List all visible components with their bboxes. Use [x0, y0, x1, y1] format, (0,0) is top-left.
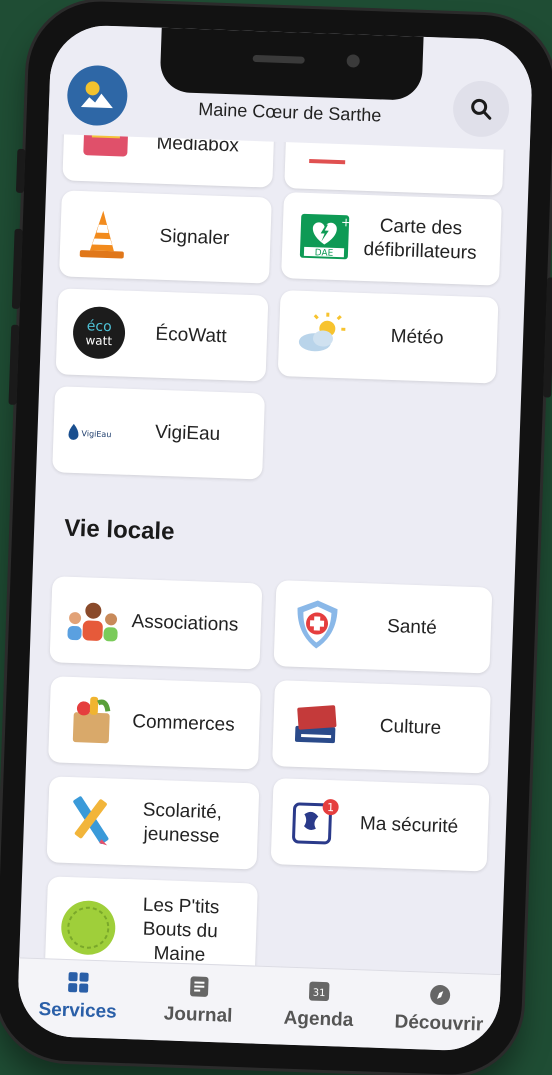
card-label: Santé: [386, 615, 438, 639]
speaker: [252, 54, 305, 64]
ptits-bouts-logo-icon: [57, 897, 119, 959]
compass-icon: [429, 985, 450, 1006]
power-button: [543, 277, 552, 398]
bottom-tab-bar: Services Journal 31 Agenda Découvrir: [16, 957, 501, 1053]
card-defibrillateurs[interactable]: + DAE Carte des défibrillateurs: [281, 192, 502, 286]
card-vigieau[interactable]: VigiEau VigiEau: [52, 386, 266, 480]
card-scolarite[interactable]: Scolarité, jeunesse: [46, 776, 260, 870]
dae-label: DAE: [314, 248, 333, 259]
front-camera: [346, 54, 360, 68]
tab-decouvrir[interactable]: Découvrir: [378, 971, 501, 1052]
ecowatt-logo-icon: éco watt: [68, 302, 130, 364]
card-label: Scolarité, jeunesse: [142, 799, 223, 848]
tab-label: Découvrir: [394, 1011, 484, 1036]
card-label: Carte des défibrillateurs: [363, 215, 477, 264]
books-icon: [284, 693, 346, 755]
card-label: Associations: [131, 611, 239, 636]
card-label: Commerces: [131, 711, 236, 736]
health-shield-icon: [286, 593, 348, 655]
ecowatt-line2: watt: [85, 333, 112, 348]
vigieau-mini-label: VigiEau: [81, 429, 111, 439]
defibrillator-dae-icon: + DAE: [294, 206, 356, 268]
calendar-day: 31: [313, 988, 326, 999]
grid-icon: [68, 972, 89, 993]
section-title: Vie locale: [63, 514, 175, 546]
svg-text:+: +: [341, 215, 352, 229]
card-signaler[interactable]: Signaler: [59, 190, 272, 284]
tab-label: Services: [38, 999, 118, 1023]
card-sante[interactable]: Santé: [273, 580, 493, 674]
weather-sun-cloud-icon: [290, 303, 352, 365]
services-grid: Médiabox Signaler + DAE Carte des défibr…: [19, 24, 533, 984]
card-associations[interactable]: Associations: [49, 576, 263, 670]
card-label: Météo: [390, 325, 444, 349]
ruler-pencil-icon: [59, 790, 121, 852]
card-label: VigiEau: [154, 421, 221, 446]
tab-services[interactable]: Services: [16, 958, 139, 1039]
security-badge-count: 1: [327, 801, 334, 814]
shopping-bag-icon: [60, 690, 122, 752]
calendar-icon: 31: [309, 981, 330, 1002]
card-label: Ma sécurité: [359, 813, 459, 838]
tab-label: Journal: [163, 1003, 233, 1027]
card-commerces[interactable]: Commerces: [48, 676, 261, 770]
tab-agenda[interactable]: 31 Agenda: [257, 967, 380, 1048]
card-label: Culture: [379, 715, 442, 739]
tab-label: Agenda: [283, 1007, 354, 1032]
card-label: [358, 151, 490, 156]
app-screen: Médiabox Signaler + DAE Carte des défibr…: [16, 23, 534, 1053]
search-icon: [471, 98, 492, 120]
card-meteo[interactable]: Météo: [277, 290, 499, 384]
card-culture[interactable]: Culture: [272, 680, 491, 774]
card-ma-securite[interactable]: 1 Ma sécurité: [270, 778, 490, 872]
journal-icon: [189, 976, 209, 997]
vigieau-logo-icon: VigiEau: [65, 400, 127, 462]
card-ecowatt[interactable]: éco watt ÉcoWatt: [55, 288, 269, 382]
security-alert-icon: 1: [283, 792, 345, 854]
notch: [159, 25, 424, 101]
mute-switch: [15, 148, 26, 194]
card-label: Signaler: [159, 225, 230, 250]
phone-frame: Médiabox Signaler + DAE Carte des défibr…: [0, 0, 552, 1075]
card-label: ÉcoWatt: [155, 323, 227, 348]
tab-journal[interactable]: Journal: [137, 963, 260, 1044]
card-label: Les P'tits Bouts du Maine: [142, 894, 220, 966]
volume-up-button: [11, 228, 23, 309]
volume-down-button: [8, 324, 20, 405]
traffic-cone-icon: [71, 204, 133, 266]
people-group-icon: [62, 590, 124, 652]
